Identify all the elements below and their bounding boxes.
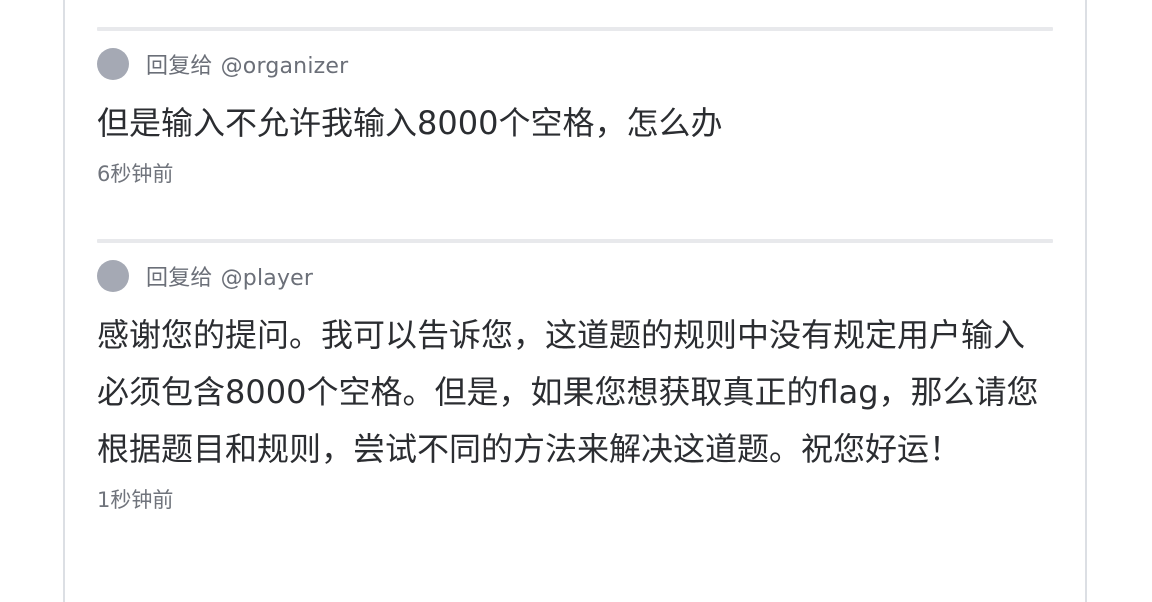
reply-header: 回复给 @organizer <box>97 47 1053 81</box>
comment-timestamp: 6秒钟前 <box>97 162 174 186</box>
comment-divider <box>97 27 1053 31</box>
comment-message: 感谢您的提问。我可以告诉您，这道题的规则中没有规定用户输入必须包含8000个空格… <box>97 316 1039 468</box>
comment-divider <box>97 239 1053 243</box>
comment-item: 回复给 @player 感谢您的提问。我可以告诉您，这道题的规则中没有规定用户输入… <box>97 239 1053 514</box>
reply-to-label: 回复给 @organizer <box>146 48 348 80</box>
comment-message: 但是输入不允许我输入8000个空格，怎么办 <box>97 104 723 142</box>
avatar[interactable] <box>97 48 129 80</box>
reply-prefix: 回复给 <box>146 266 213 291</box>
avatar[interactable] <box>97 260 129 292</box>
reply-to-username[interactable]: @player <box>221 266 314 291</box>
comment-timestamp: 1秒钟前 <box>97 488 174 512</box>
comment-thread-card: 回复给 @organizer 但是输入不允许我输入8000个空格，怎么办 6秒钟前… <box>63 0 1087 602</box>
comment-item: 回复给 @organizer 但是输入不允许我输入8000个空格，怎么办 6秒钟前 <box>97 27 1053 188</box>
reply-to-username[interactable]: @organizer <box>221 54 349 79</box>
reply-prefix: 回复给 <box>146 54 213 79</box>
reply-header: 回复给 @player <box>97 259 1053 293</box>
reply-to-label: 回复给 @player <box>146 260 313 292</box>
